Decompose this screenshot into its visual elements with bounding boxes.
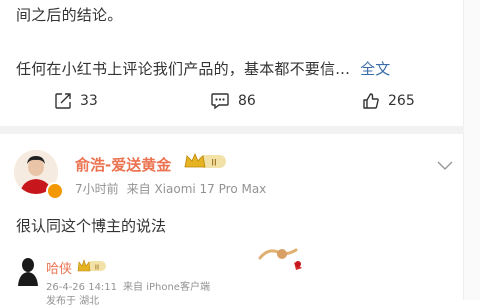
vip-level-text: II [211,159,216,169]
scrollbar[interactable] [463,0,480,300]
sticker-image [256,238,306,278]
crown-level-icon: II [184,152,226,169]
reply-meta: 26-4-26 14:11 来自 iPhone客户端 [46,278,210,293]
comment-time: 7小时前 [75,182,119,196]
full-text-link[interactable]: 全文 [360,60,390,78]
vip-level-badge: II [184,152,228,174]
verified-badge-icon [46,182,64,200]
reply-source: 来自 iPhone客户端 [123,282,210,293]
post-text-line-2: 任何在小红书上评论我们产品的，基本都不要信... 全文 [16,58,391,79]
reply-vip-badge: II [77,258,107,277]
thumbs-up-icon [363,93,379,109]
repost-count: 33 [80,93,98,109]
comment-source: 来自 Xiaomi 17 Pro Max [126,182,267,196]
comment-meta: 7小时前 来自 Xiaomi 17 Pro Max [75,180,266,197]
section-divider [0,126,464,134]
repost-button[interactable]: 33 [54,92,98,110]
crown-level-icon: II [77,259,106,272]
reply-author-avatar[interactable] [16,256,40,286]
reply-vip-level-text: II [95,264,99,272]
silhouette-avatar-image [16,256,40,286]
like-button[interactable]: 265 [362,92,415,110]
chevron-down-icon [437,161,453,170]
like-count: 265 [388,93,415,109]
post-text-truncated: 任何在小红书上评论我们产品的，基本都不要信... [16,60,351,78]
comment-count: 86 [238,93,256,109]
comment-content: 很认同这个博主的说法 [16,217,167,235]
commenter-name[interactable]: 俞浩-爱送黄金 [75,154,171,175]
repost-icon [55,93,71,109]
comment-icon [211,93,229,110]
comment-button[interactable]: 86 [210,92,256,110]
emoji-sticker-image [258,248,302,270]
comment-menu-button[interactable] [436,156,454,175]
post-text-line-1: 间之后的结论。 [16,6,123,24]
reply-author-name[interactable]: 哈侠 [46,258,72,277]
